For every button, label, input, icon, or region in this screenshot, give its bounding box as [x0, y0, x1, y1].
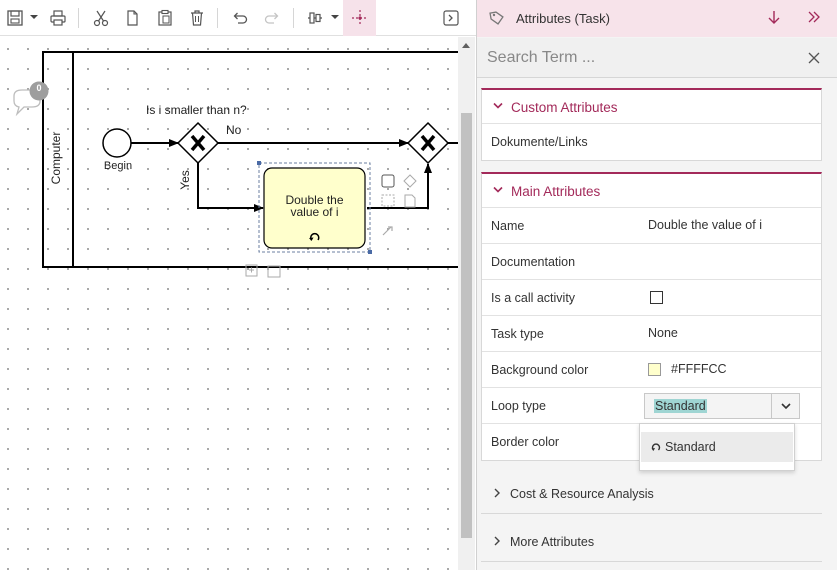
chevron-down-icon[interactable] [30, 13, 38, 21]
comment-count: 0 [36, 83, 42, 93]
background-color-value[interactable]: #FFFFCC [671, 362, 727, 376]
task-label-line2: value of i [290, 205, 339, 219]
toolbar-separator [293, 8, 294, 28]
attribute-label: Border color [491, 435, 560, 449]
chevron-right-icon [494, 488, 500, 498]
connect-icon[interactable] [382, 226, 393, 236]
loop-type-dropdown-list: Standard [639, 423, 795, 471]
panel-title: Attributes (Task) [516, 11, 610, 26]
attribute-label: Background color [491, 363, 589, 377]
redo-icon[interactable] [261, 7, 283, 29]
chevron-down-icon [493, 102, 503, 109]
attribute-label: Dokumente/Links [491, 135, 588, 149]
add-group-icon[interactable] [381, 194, 395, 207]
attribute-row-loop-type[interactable]: Loop type Standard [482, 388, 821, 424]
sequence-flow-yes[interactable] [197, 163, 264, 212]
section-title: Custom Attributes [511, 100, 618, 115]
main-attributes-header[interactable]: Main Attributes [482, 174, 821, 208]
tag-icon [489, 11, 504, 25]
task-label: Double the value of i [264, 194, 365, 218]
distribute-button[interactable] [343, 0, 376, 36]
chevron-right-icon [494, 536, 500, 546]
paste-icon[interactable] [154, 7, 176, 29]
chevron-down-icon[interactable] [331, 13, 339, 21]
name-value[interactable]: Double the value of i [648, 218, 762, 232]
attribute-label: Loop type [491, 399, 546, 413]
scrollbar-thumb[interactable] [461, 113, 472, 538]
attribute-label: Documentation [491, 255, 576, 269]
section-title: More Attributes [510, 535, 595, 549]
attributes-panel: Attributes (Task) Custom Attributes Doku… [476, 0, 837, 570]
chevron-down-icon [493, 186, 503, 193]
more-attributes-section[interactable]: More Attributes [481, 522, 822, 562]
attribute-label: Is a call activity [491, 291, 576, 305]
attribute-row-background-color[interactable]: Background color #FFFFCC [482, 352, 821, 388]
toolbar-separator [78, 8, 79, 28]
diagram-canvas[interactable]: 0 Computer Begin Is i smaller than n? No… [0, 37, 458, 570]
attribute-row-dokumente[interactable]: Dokumente/Links [482, 124, 821, 160]
toolbar [0, 0, 476, 36]
attribute-label: Task type [491, 327, 544, 341]
custom-attributes-section: Custom Attributes Dokumente/Links [481, 88, 822, 161]
expand-panel-icon[interactable] [440, 7, 462, 29]
dropdown-option-label: Standard [665, 440, 716, 454]
distribute-icon [352, 10, 368, 26]
align-icon[interactable] [304, 7, 326, 29]
search-bar [477, 38, 837, 78]
add-gateway-icon[interactable] [403, 174, 417, 188]
copy-icon[interactable] [121, 7, 143, 29]
custom-attributes-header[interactable]: Custom Attributes [482, 90, 821, 124]
section-title: Cost & Resource Analysis [510, 487, 654, 501]
exclusive-gateway[interactable] [176, 121, 220, 165]
print-icon[interactable] [47, 7, 69, 29]
collapse-panel-icon[interactable] [807, 10, 821, 24]
dropdown-option-standard[interactable]: Standard [641, 432, 793, 462]
cost-resource-section[interactable]: Cost & Resource Analysis [481, 474, 822, 514]
selection-handle[interactable] [368, 250, 372, 254]
arrow-down-icon[interactable] [767, 10, 781, 26]
panel-header: Attributes (Task) [477, 0, 837, 37]
scroll-up-arrow[interactable] [462, 43, 470, 48]
loop-type-select[interactable]: Standard [644, 393, 800, 419]
attribute-row-documentation[interactable]: Documentation [482, 244, 821, 280]
loop-type-dropdown-button[interactable] [771, 394, 799, 418]
start-event-label: Begin [103, 160, 133, 172]
loop-icon [651, 443, 661, 451]
cut-icon[interactable] [90, 7, 112, 29]
toolbar-separator [217, 8, 218, 28]
lane-label: Computer [49, 131, 63, 185]
vertical-scrollbar[interactable] [458, 37, 475, 570]
add-task-icon[interactable] [381, 174, 395, 188]
attribute-label: Name [491, 219, 525, 233]
exclusive-gateway[interactable] [406, 121, 450, 165]
add-annotation-icon[interactable] [404, 194, 416, 208]
loop-type-selected: Standard [654, 399, 707, 413]
edge-label-no: No [226, 123, 242, 137]
attribute-row-task-type[interactable]: Task type None [482, 316, 821, 352]
selection-handle[interactable] [257, 161, 261, 165]
attribute-row-call-activity[interactable]: Is a call activity [482, 280, 821, 316]
task-type-value[interactable]: None [648, 326, 678, 340]
color-swatch[interactable] [648, 363, 661, 376]
start-event[interactable] [102, 128, 132, 158]
save-icon[interactable] [4, 7, 26, 29]
call-activity-checkbox[interactable] [650, 291, 663, 304]
search-input[interactable] [487, 44, 797, 72]
chevron-down-icon [781, 403, 791, 410]
undo-icon[interactable] [229, 7, 251, 29]
main-attributes-section: Main Attributes Name Double the value of… [481, 172, 822, 461]
section-title: Main Attributes [511, 184, 601, 199]
gateway-question-label: Is i smaller than n? [146, 103, 247, 117]
close-icon[interactable] [808, 52, 820, 64]
attribute-row-name[interactable]: Name Double the value of i [482, 208, 821, 244]
edge-label-yes: Yes [178, 170, 192, 190]
delete-icon[interactable] [186, 7, 208, 29]
sequence-flow[interactable] [367, 163, 432, 209]
